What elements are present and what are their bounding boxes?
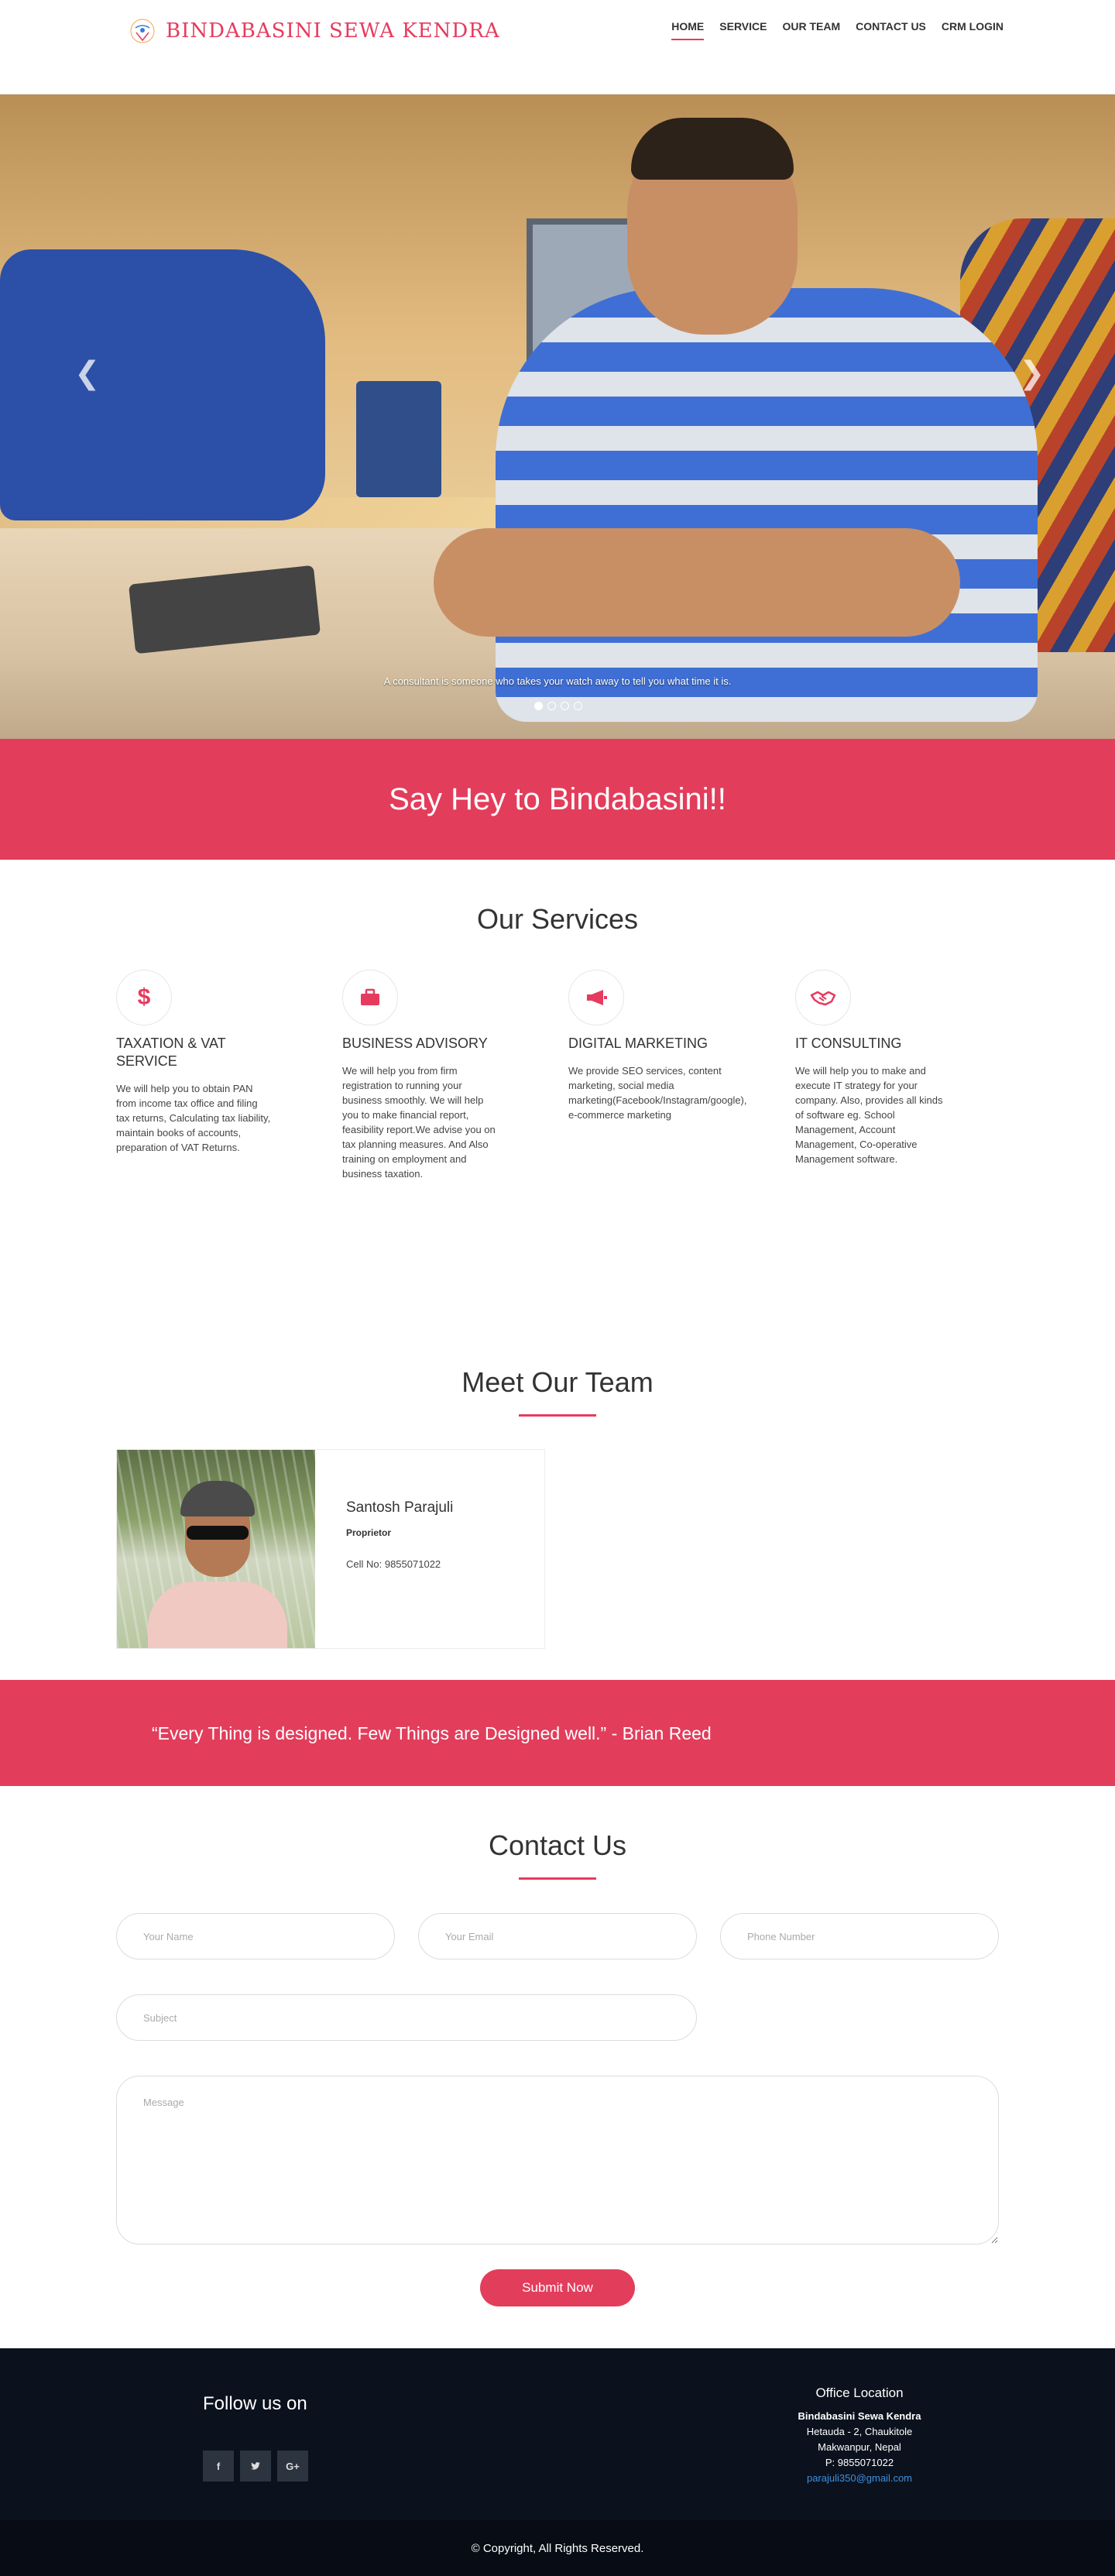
hey-banner: Say Hey to Bindabasini!! — [0, 739, 1115, 860]
carousel-dot-3[interactable] — [561, 702, 569, 710]
contact-title-underline — [519, 1877, 596, 1880]
team-member-name: Santosh Parajuli — [346, 1499, 454, 1516]
carousel-dot-4[interactable] — [574, 702, 582, 710]
briefcase-icon — [342, 970, 398, 1025]
nav-home[interactable]: HOME — [671, 20, 705, 40]
brand-name: BINDABASINI SEWA KENDRA — [166, 19, 500, 43]
google-plus-icon[interactable]: G+ — [277, 2451, 308, 2482]
hey-text: Say Hey to Bindabasini!! — [389, 781, 726, 816]
service-business-advisory: BUSINESS ADVISORY We will help you from … — [342, 970, 497, 1181]
copyright-bar: © Copyright, All Rights Reserved. — [0, 2520, 1115, 2576]
office-title: Office Location — [815, 2385, 904, 2400]
hero-person-shirt — [496, 288, 1038, 722]
office-name: Bindabasini Sewa Kendra — [798, 2410, 921, 2422]
service-description: We provide SEO services, content marketi… — [568, 1065, 747, 1121]
carousel-caption: A consultant is someone who takes your w… — [383, 675, 732, 687]
service-digital-marketing: DIGITAL MARKETING We provide SEO service… — [568, 970, 747, 1122]
carousel-dot-1[interactable] — [534, 702, 543, 710]
nav-contact-us[interactable]: CONTACT US — [856, 20, 926, 40]
brand[interactable]: BINDABASINI SEWA KENDRA — [129, 17, 500, 45]
service-description: We will help you from firm registration … — [342, 1065, 496, 1180]
footer: Follow us on f G+ Office Location Bindab… — [0, 2348, 1115, 2520]
subject-input[interactable] — [116, 1994, 697, 2041]
office-phone: P: 9855071022 — [825, 2457, 894, 2468]
hero-person-arms — [434, 528, 960, 637]
nav-crm-login[interactable]: CRM LOGIN — [942, 20, 1004, 40]
services-title: Our Services — [476, 903, 639, 935]
team-member-role: Proprietor — [346, 1527, 392, 1538]
office-address-line-2: Makwanpur, Nepal — [818, 2441, 901, 2453]
follow-title: Follow us on — [203, 2393, 307, 2414]
quote-text: “Every Thing is designed. Few Things are… — [152, 1723, 712, 1743]
hero-carousel — [0, 94, 1115, 739]
photo-sunglasses — [187, 1526, 249, 1540]
phone-input[interactable] — [720, 1913, 999, 1959]
office-location: Office Location Bindabasini Sewa Kendra … — [743, 2385, 976, 2486]
team-title: Meet Our Team — [461, 1366, 654, 1398]
team-member-cell: Cell No: 9855071022 — [346, 1558, 441, 1570]
message-textarea[interactable] — [116, 2076, 999, 2245]
chevron-left-icon[interactable]: ❮ — [74, 358, 101, 389]
hero-pen-holder — [356, 381, 441, 497]
hero-blue-cloth — [0, 249, 325, 520]
service-description: We will help you to make and execute IT … — [795, 1065, 943, 1165]
email-input[interactable] — [418, 1913, 697, 1959]
handshake-icon — [795, 970, 851, 1025]
contact-title: Contact Us — [488, 1829, 627, 1861]
carousel-indicators — [534, 702, 582, 710]
nav-service[interactable]: SERVICE — [719, 20, 767, 40]
service-title: TAXATION & VAT SERVICE — [116, 1036, 226, 1069]
twitter-icon[interactable] — [240, 2451, 271, 2482]
service-title: DIGITAL MARKETING — [568, 1036, 708, 1051]
nav-our-team[interactable]: OUR TEAM — [782, 20, 840, 40]
team-card: Santosh Parajuli Proprietor Cell No: 985… — [116, 1449, 545, 1649]
page: BINDABASINI SEWA KENDRA HOME SERVICE OUR… — [0, 0, 1115, 2576]
main-nav: HOME SERVICE OUR TEAM CONTACT US CRM LOG… — [671, 20, 1004, 40]
name-input[interactable] — [116, 1913, 395, 1959]
team-title-underline — [519, 1414, 596, 1417]
submit-button[interactable]: Submit Now — [480, 2269, 635, 2306]
service-title: BUSINESS ADVISORY — [342, 1036, 488, 1051]
quote-banner: “Every Thing is designed. Few Things are… — [0, 1680, 1115, 1786]
hero-person-hair — [631, 118, 794, 180]
copyright-text: © Copyright, All Rights Reserved. — [471, 2541, 644, 2555]
photo-shirt — [148, 1582, 287, 1648]
office-email-link[interactable]: parajuli350@gmail.com — [743, 2471, 976, 2486]
carousel-dot-2[interactable] — [547, 702, 556, 710]
team-member-photo — [117, 1450, 315, 1648]
service-title: IT CONSULTING — [795, 1036, 902, 1051]
megaphone-icon — [568, 970, 624, 1025]
service-it-consulting: IT CONSULTING We will help you to make a… — [795, 970, 950, 1166]
dollar-icon: $ — [116, 970, 172, 1025]
navbar: BINDABASINI SEWA KENDRA HOME SERVICE OUR… — [0, 0, 1115, 94]
chevron-right-icon[interactable]: ❯ — [1019, 358, 1045, 389]
service-description: We will help you to obtain PAN from inco… — [116, 1083, 271, 1153]
brand-logo-icon — [130, 19, 155, 43]
facebook-icon[interactable]: f — [203, 2451, 234, 2482]
office-address-line-1: Hetauda - 2, Chaukitole — [806, 2426, 913, 2437]
service-taxation: $ TAXATION & VAT SERVICE We will help yo… — [116, 970, 271, 1155]
